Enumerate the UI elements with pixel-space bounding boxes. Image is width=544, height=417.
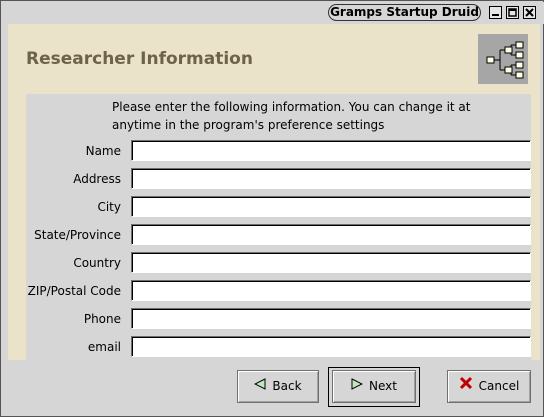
header-side-left <box>8 94 26 360</box>
intro-line-1: Please enter the following information. … <box>112 100 471 114</box>
intro-line-2: anytime in the program's preference sett… <box>112 118 385 132</box>
next-button[interactable]: Next <box>332 370 416 403</box>
phone-field[interactable] <box>131 308 531 329</box>
back-button[interactable]: Back <box>237 370 319 403</box>
close-icon <box>525 8 534 17</box>
cancel-label: Cancel <box>478 379 520 393</box>
address-field[interactable] <box>131 168 531 189</box>
intro-text: Please enter the following information. … <box>112 98 512 134</box>
name-label: Name <box>85 144 121 158</box>
page-title: Researcher Information <box>26 49 253 69</box>
country-label: Country <box>73 256 121 270</box>
window-title: Gramps Startup Druid <box>328 4 481 21</box>
red-x-icon <box>459 371 473 402</box>
next-label: Next <box>369 379 397 393</box>
name-field[interactable] <box>131 140 531 161</box>
city-label: City <box>97 200 121 214</box>
email-label: email <box>87 340 121 354</box>
address-label: Address <box>73 172 121 186</box>
state-province-label: State/Province <box>34 228 121 242</box>
email-field[interactable] <box>131 336 531 357</box>
country-field[interactable] <box>131 252 531 273</box>
state-province-field[interactable] <box>131 224 531 245</box>
zip-postal-code-field[interactable] <box>131 280 531 301</box>
title-bar[interactable]: Gramps Startup Druid <box>2 2 544 24</box>
cancel-button[interactable]: Cancel <box>447 370 531 403</box>
city-field[interactable] <box>131 196 531 217</box>
maximize-button[interactable] <box>506 6 519 19</box>
druid-header: Researcher Information <box>8 24 540 94</box>
close-button[interactable] <box>523 6 536 19</box>
dialog-window: Gramps Startup Druid Researcher Informat… <box>0 0 544 417</box>
right-triangle-icon <box>351 371 364 402</box>
left-triangle-icon <box>254 371 266 402</box>
phone-label: Phone <box>83 312 121 326</box>
header-side-right <box>531 94 540 360</box>
maximize-icon <box>508 8 517 17</box>
back-label: Back <box>272 379 302 393</box>
minimize-icon <box>492 14 499 16</box>
family-tree-icon <box>478 34 528 84</box>
minimize-button[interactable] <box>489 6 502 19</box>
zip-postal-code-label: ZIP/Postal Code <box>27 284 121 298</box>
